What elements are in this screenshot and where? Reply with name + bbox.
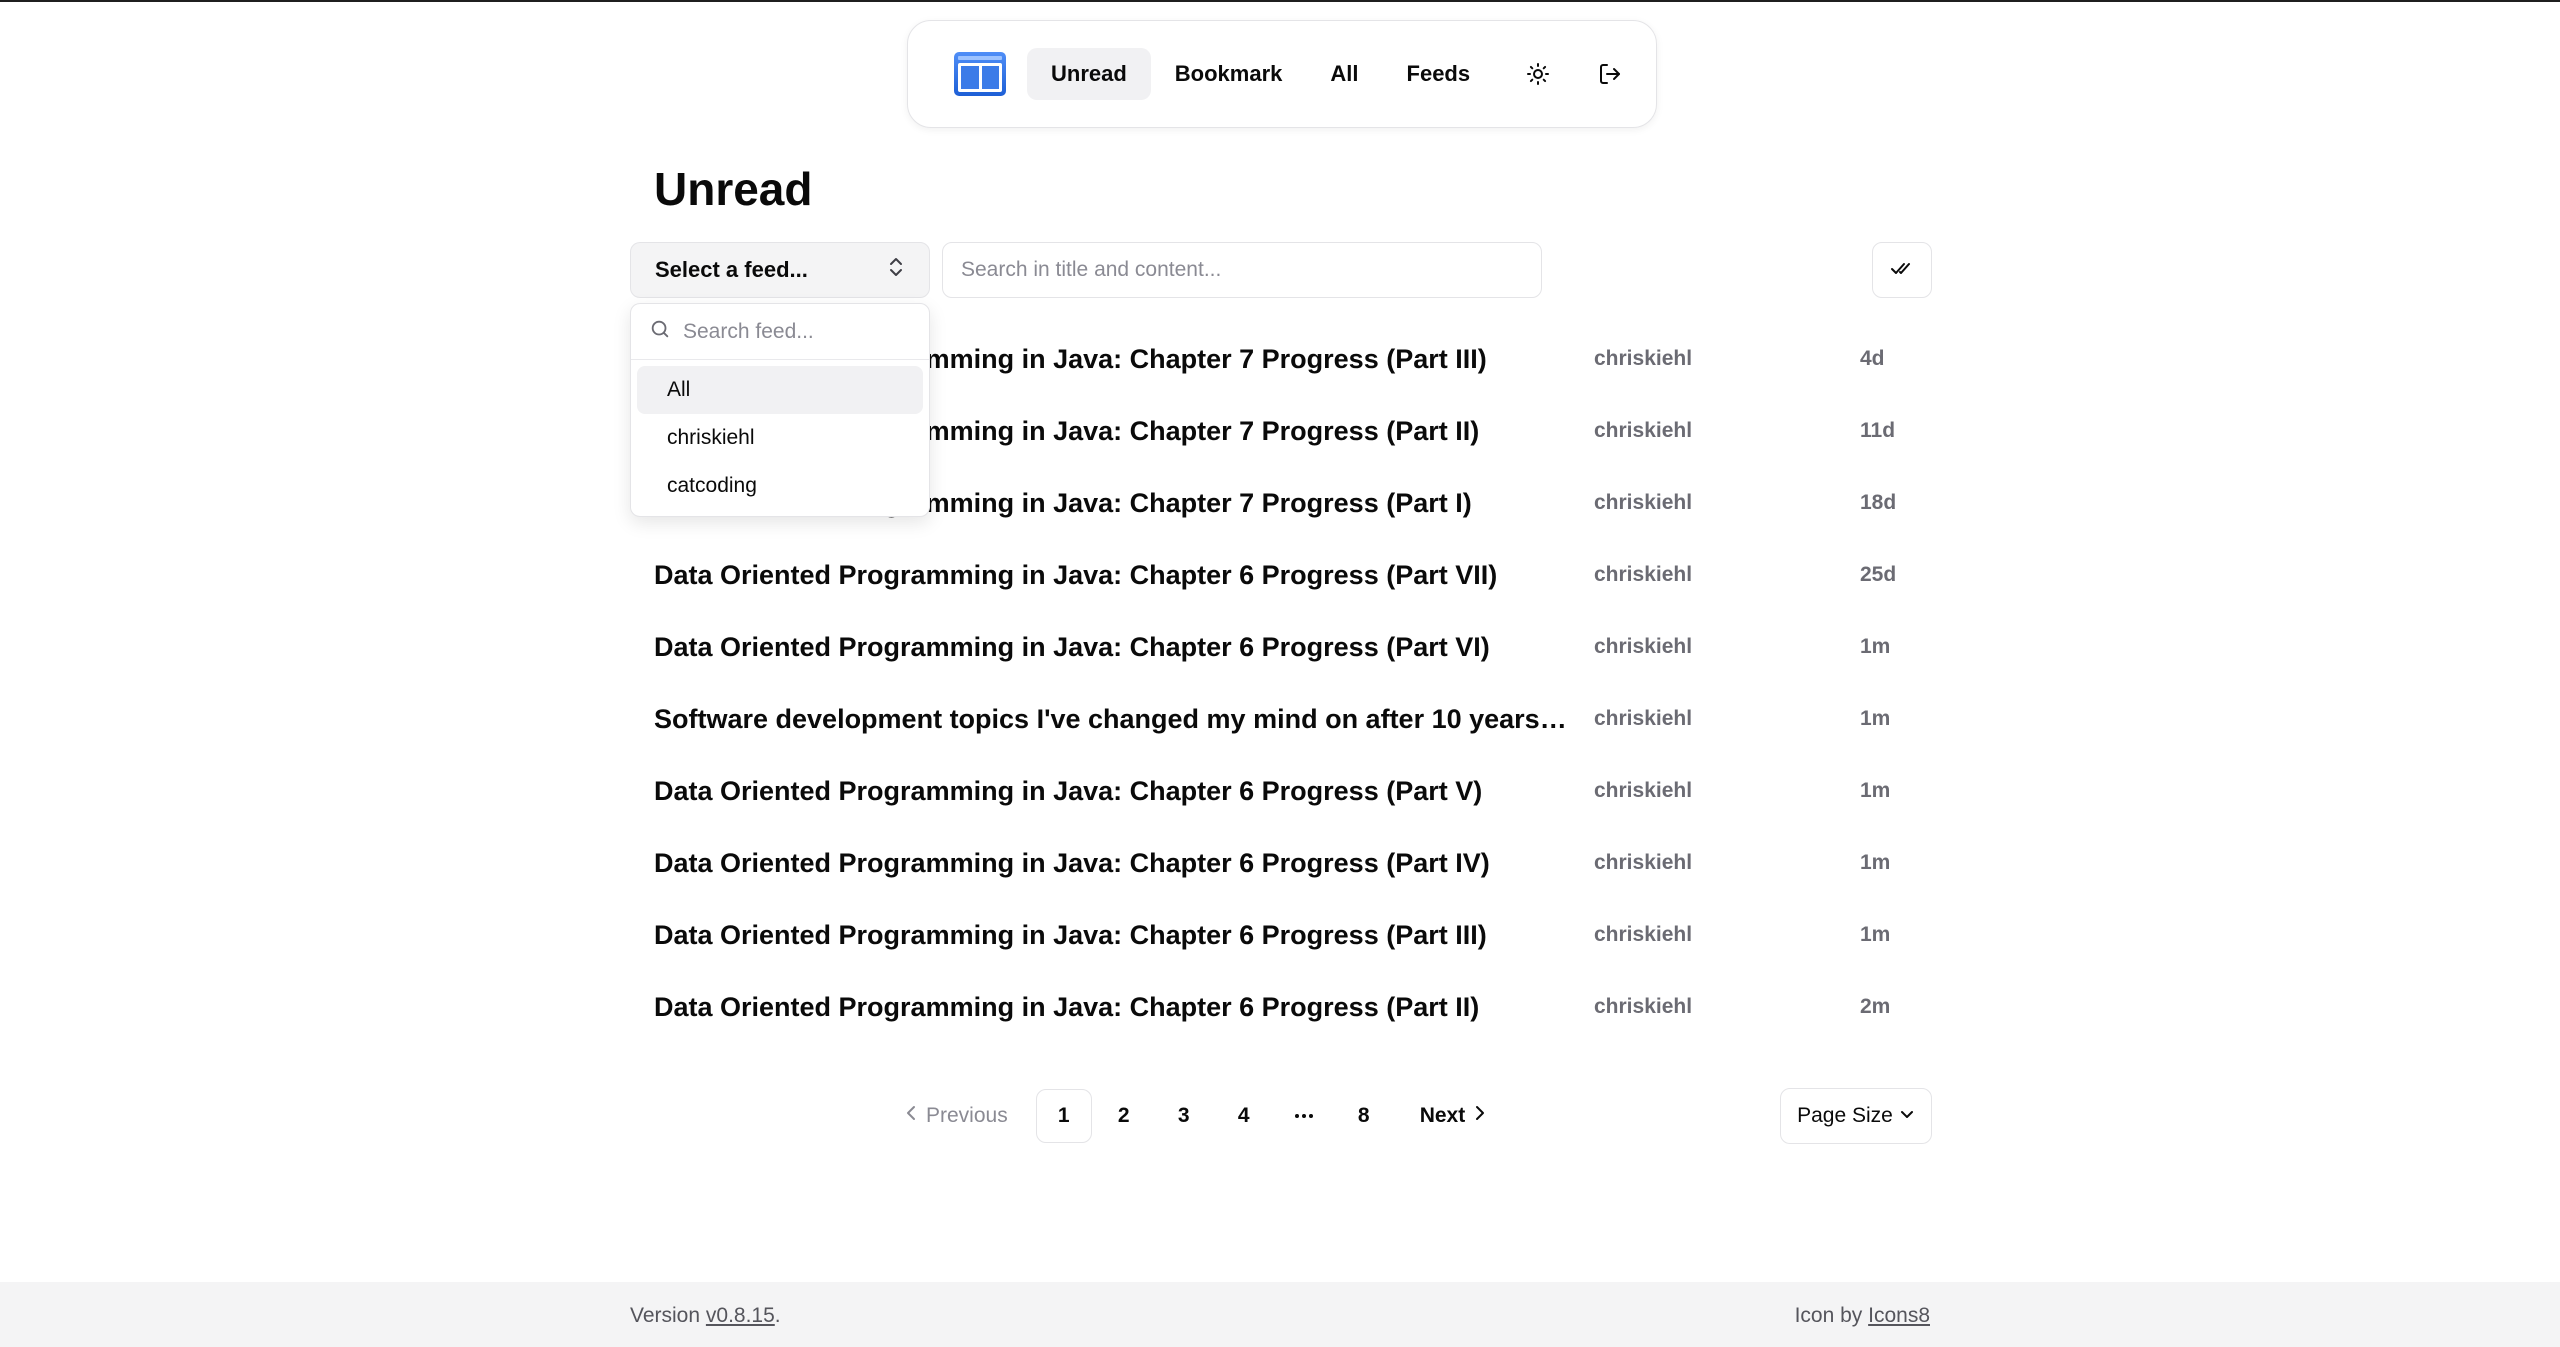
- list-item[interactable]: Data Oriented Programming in Java: Chapt…: [654, 971, 1944, 1043]
- icon-credit-prefix: Icon by: [1794, 1304, 1869, 1327]
- chevrons-up-down-icon: [887, 256, 905, 284]
- item-age: 25d: [1860, 563, 1897, 586]
- chevron-left-icon: [904, 1104, 918, 1128]
- pagination-ellipsis: [1276, 1089, 1332, 1143]
- item-title[interactable]: Data Oriented Programming in Java: Chapt…: [654, 632, 1574, 663]
- item-title[interactable]: Data Oriented Programming in Java: Chapt…: [654, 920, 1574, 951]
- chevron-down-icon: [1899, 1104, 1915, 1128]
- item-feed: chriskiehl: [1594, 707, 1693, 730]
- item-age: 1m: [1860, 851, 1891, 874]
- item-age: 1m: [1860, 707, 1891, 730]
- page-number-button[interactable]: 4: [1216, 1089, 1272, 1143]
- item-age: 2m: [1860, 995, 1891, 1018]
- item-age: 18d: [1860, 491, 1897, 514]
- page-title: Unread: [654, 163, 813, 215]
- list-item[interactable]: Data Oriented Programming in Java: Chapt…: [654, 899, 1944, 971]
- page-size-label: Page Size: [1797, 1104, 1893, 1127]
- list-item[interactable]: Data Oriented Programming in Java: Chapt…: [654, 539, 1944, 611]
- item-age: 1m: [1860, 923, 1891, 946]
- feed-select[interactable]: Select a feed...: [630, 242, 930, 298]
- nav-tab-feeds[interactable]: Feeds: [1383, 48, 1495, 100]
- item-age: 11d: [1860, 419, 1896, 442]
- item-feed: chriskiehl: [1594, 923, 1693, 946]
- item-feed: chriskiehl: [1594, 851, 1693, 874]
- version-info: Version v0.8.15.: [630, 1304, 781, 1328]
- feed-dropdown: All chriskiehl catcoding: [630, 303, 930, 517]
- page-number-button[interactable]: 2: [1096, 1089, 1152, 1143]
- item-title[interactable]: Software development topics I've changed…: [654, 704, 1574, 735]
- feed-option-all[interactable]: All: [637, 366, 923, 414]
- item-feed: chriskiehl: [1594, 563, 1693, 586]
- next-label: Next: [1419, 1104, 1466, 1127]
- previous-page-button[interactable]: Previous: [890, 1088, 1022, 1144]
- reader-window-icon[interactable]: [953, 51, 1007, 97]
- item-feed: chriskiehl: [1594, 635, 1693, 658]
- nav-tab-bookmark[interactable]: Bookmark: [1151, 48, 1307, 100]
- feed-option-chriskiehl[interactable]: chriskiehl: [637, 414, 923, 462]
- search-field[interactable]: [942, 242, 1542, 298]
- icon-credit: Icon by Icons8: [1795, 1304, 1930, 1328]
- pagination: Previous 1 2 3 4 8 Next: [890, 1088, 1501, 1144]
- list-item[interactable]: Software development topics I've changed…: [654, 683, 1944, 755]
- item-age: 1m: [1860, 779, 1891, 802]
- double-check-icon: [1890, 256, 1914, 285]
- previous-label: Previous: [926, 1104, 1008, 1127]
- item-title[interactable]: Data Oriented Programming in Java: Chapt…: [654, 992, 1574, 1023]
- item-feed: chriskiehl: [1594, 491, 1693, 514]
- version-link[interactable]: v0.8.15: [706, 1304, 775, 1327]
- page-number-button[interactable]: 1: [1035, 1089, 1092, 1143]
- chevron-right-icon: [1473, 1104, 1487, 1128]
- item-title[interactable]: Data Oriented Programming in Java: Chapt…: [654, 776, 1574, 807]
- item-title[interactable]: Data Oriented Programming in Java: Chapt…: [654, 560, 1574, 591]
- item-feed: chriskiehl: [1594, 779, 1693, 802]
- item-age: 1m: [1860, 635, 1891, 658]
- item-feed: chriskiehl: [1594, 995, 1693, 1018]
- version-prefix: Version: [630, 1304, 706, 1327]
- page-number-button[interactable]: 3: [1156, 1089, 1212, 1143]
- list-item[interactable]: Data Oriented Programming in Java: Chapt…: [654, 755, 1944, 827]
- list-item[interactable]: Data Oriented Programming in Java: Chapt…: [654, 827, 1944, 899]
- item-age: 4d: [1860, 347, 1885, 370]
- item-feed: chriskiehl: [1594, 419, 1693, 442]
- mark-all-read-button[interactable]: [1872, 242, 1932, 298]
- top-border: [0, 0, 2560, 2]
- item-feed: chriskiehl: [1594, 347, 1693, 370]
- icons8-link[interactable]: Icons8: [1868, 1304, 1930, 1327]
- version-suffix: .: [774, 1304, 781, 1327]
- logout-icon[interactable]: [1584, 48, 1636, 100]
- nav-tab-all[interactable]: All: [1306, 48, 1382, 100]
- search-input[interactable]: [961, 258, 1523, 282]
- page-size-button[interactable]: Page Size: [1780, 1088, 1932, 1144]
- feed-select-label: Select a feed...: [655, 257, 808, 282]
- next-page-button[interactable]: Next: [1406, 1088, 1502, 1144]
- sun-icon[interactable]: [1512, 48, 1564, 100]
- feed-option-list: All chriskiehl catcoding: [631, 360, 929, 516]
- search-icon: [649, 318, 671, 345]
- footer: Version v0.8.15. Icon by Icons8: [0, 1282, 2560, 1347]
- list-item[interactable]: Data Oriented Programming in Java: Chapt…: [654, 611, 1944, 683]
- top-nav: Unread Bookmark All Feeds: [907, 20, 1657, 128]
- item-title[interactable]: Data Oriented Programming in Java: Chapt…: [654, 848, 1574, 879]
- feed-option-catcoding[interactable]: catcoding: [637, 462, 923, 510]
- feed-search-field[interactable]: [631, 304, 929, 360]
- feed-search-input[interactable]: [683, 319, 911, 344]
- nav-tab-unread[interactable]: Unread: [1027, 48, 1151, 100]
- page-number-button[interactable]: 8: [1336, 1089, 1392, 1143]
